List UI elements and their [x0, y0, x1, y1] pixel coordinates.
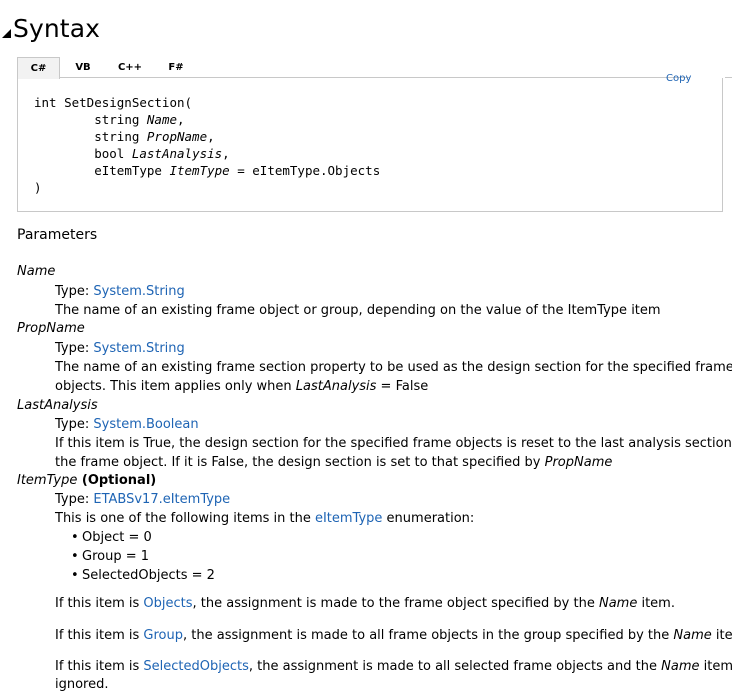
- link-selectedobjects[interactable]: SelectedObjects: [143, 659, 248, 674]
- param-itemtype-title: ItemType (Optional): [17, 473, 157, 488]
- param-name-type: Type: System.String: [55, 284, 185, 299]
- tab-vb[interactable]: VB: [71, 57, 95, 79]
- syntax-section-header[interactable]: Syntax: [0, 12, 100, 44]
- param-itemtype-type: Type: ETABSv17.eItemType: [55, 492, 231, 507]
- collapse-triangle-icon[interactable]: [2, 28, 11, 38]
- section-title: Syntax: [13, 13, 101, 43]
- note-group: If this item is Group, the assignment is…: [55, 628, 732, 643]
- list-item: Group = 1: [71, 547, 149, 566]
- language-tabs: C# VB C++ F#: [17, 57, 732, 79]
- code-text: int SetDesignSection( string Name, strin…: [34, 95, 381, 195]
- param-name-title: Name: [17, 264, 56, 279]
- parameters-heading: Parameters: [17, 227, 98, 243]
- type-link-eitemtype[interactable]: ETABSv17.eItemType: [93, 492, 230, 507]
- param-itemtype-enum-intro: This is one of the following items in th…: [55, 511, 475, 526]
- tab-fsharp[interactable]: F#: [166, 57, 186, 79]
- param-propname-desc-2: objects. This item applies only when Las…: [55, 379, 429, 394]
- code-block: int SetDesignSection( string Name, strin…: [17, 78, 723, 212]
- link-objects[interactable]: Objects: [143, 596, 192, 611]
- tab-divider-right: [725, 77, 732, 78]
- note-selectedobjects: If this item is SelectedObjects, the ass…: [55, 659, 732, 674]
- param-propname-type: Type: System.String: [55, 341, 185, 356]
- tab-cpp[interactable]: C++: [115, 57, 145, 79]
- type-link-system-string[interactable]: System.String: [93, 341, 184, 356]
- list-item: SelectedObjects = 2: [71, 566, 215, 585]
- type-link-system-boolean[interactable]: System.Boolean: [93, 417, 198, 432]
- param-lastanalysis-title: LastAnalysis: [17, 398, 98, 413]
- tab-csharp[interactable]: C#: [17, 57, 60, 79]
- param-lastanalysis-desc-2: the frame object. If it is False, the de…: [55, 455, 613, 470]
- note-selectedobjects-cont: ignored.: [55, 677, 109, 692]
- param-lastanalysis-type: Type: System.Boolean: [55, 417, 199, 432]
- param-propname-desc-1: The name of an existing frame section pr…: [55, 360, 732, 375]
- enum-link-eitemtype[interactable]: eItemType: [315, 511, 382, 526]
- list-item: Object = 0: [71, 528, 152, 547]
- type-link-system-string[interactable]: System.String: [93, 284, 184, 299]
- note-objects: If this item is Objects, the assignment …: [55, 596, 675, 611]
- param-propname-title: PropName: [17, 321, 85, 336]
- link-group[interactable]: Group: [143, 628, 183, 643]
- param-name-desc: The name of an existing frame object or …: [55, 303, 661, 318]
- param-lastanalysis-desc-1: If this item is True, the design section…: [55, 436, 732, 451]
